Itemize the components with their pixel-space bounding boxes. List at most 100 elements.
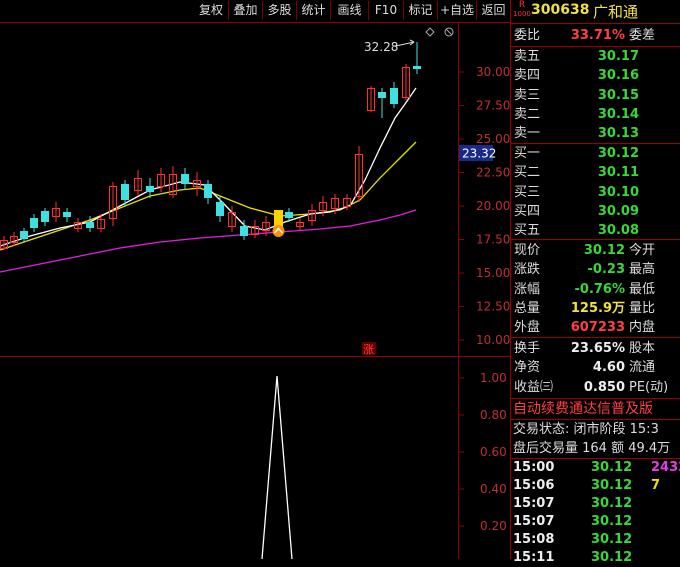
- sell-order-label: 卖四: [514, 68, 541, 84]
- stat-value: 4.60: [592, 360, 625, 376]
- price-tick-label: 10.00: [476, 333, 510, 347]
- stat-row: 净资 4.60 流通: [513, 358, 679, 377]
- candle: [41, 208, 49, 226]
- candle: [169, 166, 177, 198]
- candle: [367, 86, 375, 112]
- stat-value: 23.65%: [570, 341, 625, 356]
- buy-order-label: 买三: [514, 184, 541, 200]
- mark-button[interactable]: 标记: [403, 1, 437, 20]
- overlay-button[interactable]: 叠加: [228, 1, 262, 20]
- indicator-tick-label: 0.40: [480, 482, 507, 496]
- sell-order-row: 卖四 30.16: [513, 66, 679, 85]
- sell-order-row: 卖三 30.15: [513, 86, 679, 105]
- high-price-label: 32.28: [364, 40, 398, 54]
- sell-order-price: 30.17: [597, 49, 639, 64]
- indicator-tick-label: 0.80: [480, 408, 507, 422]
- stat-row: 现价 30.12 今开: [513, 241, 679, 260]
- badge-r: R: [518, 0, 526, 10]
- chart-toolbar: 复权 叠加 多股 统计 画线 F10 标记 +自选 返回: [0, 0, 510, 22]
- price-tick-label: 25.00: [476, 132, 510, 146]
- buy-order-label: 买二: [514, 165, 541, 181]
- diamond-icon[interactable]: [425, 27, 435, 37]
- stat-label-2: 最低: [629, 281, 656, 297]
- tick-price: 30.12: [591, 478, 633, 493]
- tick-volume: 7: [651, 478, 661, 493]
- add-watchlist-button[interactable]: +自选: [437, 1, 476, 20]
- stat-row: 总量 125.9万 量比: [513, 299, 679, 318]
- indicator-tick-label: 1.00: [480, 371, 507, 385]
- candle: [308, 204, 316, 226]
- stat-label-2: 股本: [629, 341, 656, 356]
- stat-label: 收益㈢: [514, 379, 554, 395]
- candle: [378, 88, 386, 118]
- candle: [134, 170, 142, 196]
- stat-row: 收益㈢ 0.850 PE(动): [513, 378, 679, 397]
- stat-label: 外盘: [514, 320, 541, 336]
- candle: [63, 208, 71, 222]
- tick-row: 15:06 30.12 7: [513, 477, 680, 495]
- tick-time: 15:07: [513, 496, 555, 511]
- price-tick-label: 20.00: [476, 199, 510, 213]
- sell-order-label: 卖三: [514, 87, 541, 103]
- stat-row: 换手 23.65% 股本: [513, 339, 679, 358]
- stat-row: 涨幅 -0.76% 最低: [513, 280, 679, 299]
- tick-volume: 2432: [651, 460, 680, 475]
- buy-order-price: 30.10: [597, 184, 639, 200]
- divider: [511, 23, 680, 24]
- close-icon[interactable]: [445, 28, 453, 36]
- buy-order-price: 30.08: [597, 223, 639, 239]
- weicha-label: 委差: [629, 28, 656, 43]
- sell-order-price: 30.13: [597, 126, 639, 142]
- stat-label-2: 量比: [629, 300, 656, 316]
- sell-order-label: 卖五: [514, 49, 541, 64]
- buy-order-row: 买二 30.11: [513, 163, 679, 182]
- multi-stock-button[interactable]: 多股: [262, 1, 296, 20]
- stat-label-2: 最高: [629, 262, 656, 278]
- indicator-tick-label: 0.20: [480, 519, 507, 533]
- stat-value: -0.23: [587, 262, 625, 278]
- divider: [511, 337, 680, 338]
- stat-label: 涨幅: [514, 281, 541, 297]
- price-tick-label: 22.50: [476, 166, 510, 180]
- kline-chart[interactable]: 30.00 27.50 25.00 22.50 20.00 17.50 15.00 12.50…: [0, 22, 510, 559]
- stat-label: 涨跌: [514, 262, 541, 278]
- statistics-button[interactable]: 统计: [296, 1, 330, 20]
- tick-time: 15:07: [513, 514, 555, 529]
- sell-order-label: 卖二: [514, 106, 541, 122]
- candle: [52, 202, 60, 222]
- tick-time: 15:06: [513, 478, 555, 493]
- tick-row: 15:07 30.12: [513, 513, 680, 531]
- sell-order-price: 30.15: [597, 87, 639, 103]
- buy-order-row: 买一 30.12: [513, 144, 679, 163]
- stat-value: 125.9万: [570, 300, 625, 316]
- candle: [157, 168, 165, 192]
- price-tick-label: 30.00: [476, 65, 510, 79]
- buy-order-label: 买四: [514, 203, 541, 219]
- promo-text[interactable]: 自动续费通达信普及版: [513, 400, 679, 419]
- candlesticks: [0, 42, 421, 250]
- quote-panel: R 1000 300638 广和通 委比 33.71% 委差 卖五 30.17 卖四…: [510, 0, 680, 565]
- weibi-row: 委比 33.71% 委差: [513, 26, 679, 45]
- stat-label-2: PE(动): [629, 379, 669, 395]
- tick-time: 15:08: [513, 532, 555, 547]
- stat-row: 外盘 607233 内盘: [513, 318, 679, 337]
- price-tick-label: 12.50: [476, 300, 510, 314]
- stock-badge: R 1000: [513, 1, 531, 21]
- badge-num: 1000: [513, 10, 531, 18]
- weibi-label: 委比: [514, 28, 541, 43]
- buy-signal-icon: [272, 225, 285, 237]
- back-button[interactable]: 返回: [476, 1, 510, 20]
- buy-order-price: 30.09: [597, 203, 639, 219]
- buy-order-label: 买五: [514, 223, 541, 239]
- draw-line-button[interactable]: 画线: [330, 1, 368, 20]
- fuquan-button[interactable]: 复权: [195, 1, 227, 20]
- tick-row: 15:07 30.12: [513, 495, 680, 513]
- candle: [30, 214, 38, 232]
- tick-time: 15:00: [513, 460, 555, 475]
- stat-label: 现价: [514, 243, 541, 258]
- f10-button[interactable]: F10: [368, 1, 403, 20]
- stat-label-2: 今开: [629, 243, 656, 258]
- tick-price: 30.12: [591, 514, 633, 529]
- buy-order-price: 30.12: [597, 146, 639, 161]
- tick-row: 15:08 30.12: [513, 531, 680, 549]
